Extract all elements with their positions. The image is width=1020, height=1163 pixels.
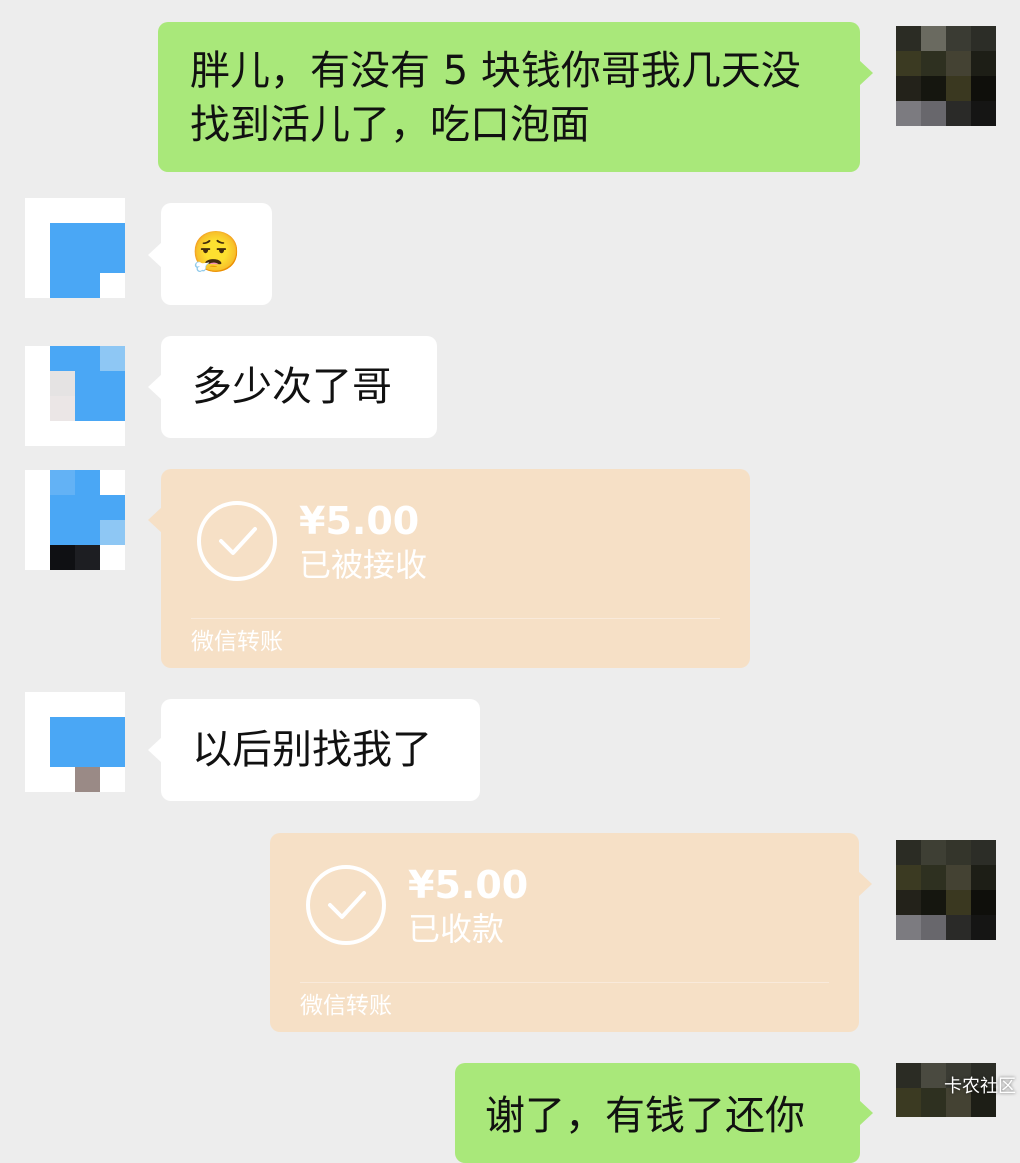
avatar-contact[interactable] bbox=[25, 346, 125, 446]
wechat-transfer-label: 微信转账 bbox=[191, 629, 283, 655]
check-circle-icon bbox=[306, 865, 386, 945]
watermark: 卡农社区 bbox=[944, 1076, 1016, 1097]
message-bubble-received[interactable]: 多少次了哥 bbox=[161, 336, 437, 438]
bubble-tail bbox=[858, 871, 872, 897]
wechat-transfer-label: 微信转账 bbox=[300, 993, 392, 1019]
bubble-tail bbox=[148, 737, 162, 763]
avatar-contact[interactable] bbox=[25, 198, 125, 298]
message-bubble-received[interactable]: 以后别找我了 bbox=[161, 699, 480, 801]
transfer-amount: ¥5.00 bbox=[408, 863, 529, 907]
message-text: 以后别找我了 bbox=[192, 727, 432, 773]
transfer-card-received[interactable]: ¥5.00 已被接收 微信转账 bbox=[161, 469, 750, 668]
message-bubble-received[interactable]: 😮‍💨 bbox=[161, 203, 272, 305]
avatar-self[interactable] bbox=[896, 26, 996, 126]
transfer-status: 已收款 bbox=[408, 910, 505, 948]
transfer-amount: ¥5.00 bbox=[299, 499, 420, 543]
avatar-contact[interactable] bbox=[25, 470, 125, 570]
check-circle-icon bbox=[197, 501, 277, 581]
avatar-contact[interactable] bbox=[25, 692, 125, 792]
bubble-tail bbox=[148, 507, 162, 533]
message-text: 谢了，有钱了还你 bbox=[485, 1093, 805, 1139]
message-text: 多少次了哥 bbox=[192, 364, 392, 410]
message-bubble-sent[interactable]: 胖儿，有没有 5 块钱你哥我几天没找到活儿了，吃口泡面 bbox=[158, 22, 860, 172]
sigh-emoji-icon: 😮‍💨 bbox=[191, 230, 241, 276]
bubble-tail bbox=[148, 374, 162, 400]
message-text: 胖儿，有没有 5 块钱你哥我几天没找到活儿了，吃口泡面 bbox=[190, 48, 801, 148]
avatar-self[interactable] bbox=[896, 840, 996, 940]
bubble-tail bbox=[859, 60, 873, 86]
bubble-tail bbox=[148, 242, 162, 268]
divider bbox=[191, 618, 720, 619]
transfer-card-sent[interactable]: ¥5.00 已收款 微信转账 bbox=[270, 833, 859, 1032]
divider bbox=[300, 982, 829, 983]
bubble-tail bbox=[859, 1100, 873, 1126]
transfer-status: 已被接收 bbox=[299, 546, 428, 584]
message-bubble-sent[interactable]: 谢了，有钱了还你 bbox=[455, 1063, 860, 1163]
